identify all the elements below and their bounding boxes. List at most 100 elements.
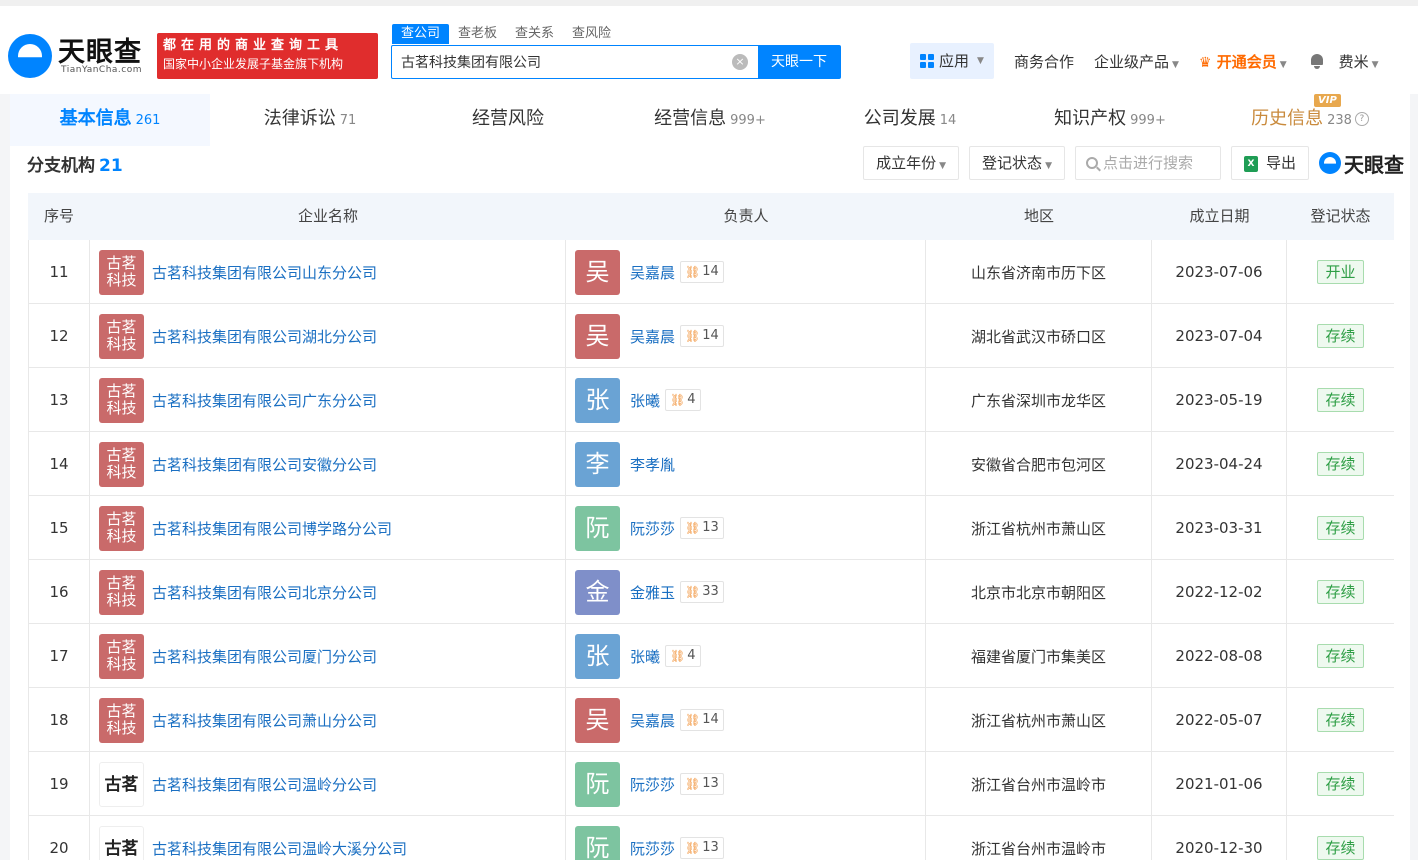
table-body: 11 古茗 科技 古茗科技集团有限公司山东分公司吴吴嘉晨 ⛓ 14 山东省济南市历下区 202… — [28, 240, 1394, 860]
relation-icon: ⛓ — [685, 329, 701, 343]
person-name-link[interactable]: 张曦 — [630, 390, 660, 411]
col-region: 地区 — [1023, 207, 1054, 225]
related-count-badge[interactable]: ⛓ 14 — [680, 325, 724, 347]
search-tab-company[interactable]: 查公司 — [392, 24, 450, 44]
company-name-link[interactable]: 古茗科技集团有限公司温岭大溪分公司 — [152, 838, 407, 859]
nav-enterprise-products[interactable]: 企业级产品 ▼ — [1094, 51, 1179, 72]
table-header: 序号 企业名称 负责人 地区 成立日期 登记状态 — [28, 193, 1394, 240]
company-name-link[interactable]: 古茗科技集团有限公司湖北分公司 — [152, 326, 377, 347]
filter-status-label: 登记状态 — [982, 154, 1043, 172]
tab-count: 261 — [135, 113, 161, 128]
info-tabs: 基本信息 261 法律诉讼 71 经营风险 经营信息 999+ 公司发展 14 知识产权… — [10, 94, 1410, 146]
status-badge: 存续 — [1317, 708, 1364, 732]
table-row: 19 古茗 古茗科技集团有限公司温岭分公司阮阮莎莎 ⛓ 13 浙江省台州市温岭市 2021-… — [28, 752, 1394, 816]
related-count: 13 — [702, 840, 719, 855]
nav-user[interactable]: 费米 ▼ — [1339, 51, 1379, 72]
company-cell: 古茗 科技 古茗科技集团有限公司山东分公司 — [90, 240, 566, 304]
nav-business[interactable]: 商务合作 — [1014, 51, 1074, 72]
related-count-badge[interactable]: ⛓ 13 — [680, 773, 724, 795]
col-no: 序号 — [43, 207, 74, 225]
related-count-badge[interactable]: ⛓ 14 — [680, 261, 724, 283]
site-logo[interactable]: 天眼查 TianYanCha.com — [8, 32, 150, 80]
status-badge: 存续 — [1317, 772, 1364, 796]
company-name-link[interactable]: 古茗科技集团有限公司广东分公司 — [152, 390, 377, 411]
row-number: 12 — [28, 304, 90, 368]
person-name-link[interactable]: 阮莎莎 — [630, 838, 675, 859]
status-cell: 存续 — [1287, 304, 1394, 368]
tab-ip[interactable]: 知识产权 999+ — [1010, 94, 1210, 146]
company-logo: 古茗 科技 — [99, 377, 144, 423]
date-cell: 2023-03-31 — [1152, 496, 1287, 560]
tab-count: 999+ — [1130, 113, 1166, 128]
section-search-input[interactable]: 点击进行搜索 — [1074, 146, 1221, 180]
date-cell: 2022-05-07 — [1152, 688, 1287, 752]
search-icon — [1085, 157, 1098, 169]
col-status: 登记状态 — [1310, 207, 1371, 225]
row-number: 14 — [28, 432, 90, 496]
related-count-badge[interactable]: ⛓ 13 — [680, 837, 724, 859]
person-name-link[interactable]: 阮莎莎 — [630, 774, 675, 795]
tab-risk[interactable]: 经营风险 — [410, 94, 610, 146]
related-count: 14 — [702, 328, 719, 343]
bell-icon[interactable] — [1309, 53, 1325, 69]
tab-legal[interactable]: 法律诉讼 71 — [210, 94, 410, 146]
related-count: 33 — [702, 584, 719, 599]
search-input[interactable] — [392, 46, 760, 78]
avatar: 吴 — [575, 697, 620, 743]
company-name-link[interactable]: 古茗科技集团有限公司北京分公司 — [152, 582, 377, 603]
related-count-badge[interactable]: ⛓ 14 — [680, 709, 724, 731]
table-row: 11 古茗 科技 古茗科技集团有限公司山东分公司吴吴嘉晨 ⛓ 14 山东省济南市历下区 202… — [28, 240, 1394, 304]
help-icon[interactable]: ? — [1354, 112, 1369, 126]
person-name-link[interactable]: 吴嘉晨 — [630, 710, 675, 731]
top-header: 天眼查 TianYanCha.com 都在用的商业查询工具 国家中小企业发展子基… — [0, 0, 1418, 94]
export-button[interactable]: X 导出 — [1230, 146, 1309, 180]
caret-down-icon: ▼ — [1045, 161, 1052, 171]
tab-history[interactable]: VIP 历史信息 238? — [1210, 94, 1410, 146]
person-name-link[interactable]: 吴嘉晨 — [630, 262, 675, 283]
app-menu-button[interactable]: 应用 ▼ — [910, 43, 994, 79]
related-count-badge[interactable]: ⛓ 4 — [665, 645, 701, 667]
tab-development[interactable]: 公司发展 14 — [810, 94, 1010, 146]
person-name-link[interactable]: 张曦 — [630, 646, 660, 667]
tab-basic-info[interactable]: 基本信息 261 — [10, 94, 210, 146]
branch-table: 序号 企业名称 负责人 地区 成立日期 登记状态 11 古茗 科技 古茗科技集团有限公… — [28, 193, 1394, 860]
search-button[interactable]: 天眼一下 — [758, 46, 840, 78]
logo-mark-icon — [1319, 152, 1341, 174]
company-name-link[interactable]: 古茗科技集团有限公司博学路分公司 — [152, 518, 392, 539]
related-count-badge[interactable]: ⛓ 13 — [680, 517, 724, 539]
nav-vip[interactable]: ♛ 开通会员 ▼ — [1199, 51, 1287, 72]
person-name-link[interactable]: 金雅玉 — [630, 582, 675, 603]
tab-count: 71 — [339, 113, 357, 128]
col-company: 企业名称 — [297, 207, 358, 225]
table-row: 14 古茗 科技 古茗科技集团有限公司安徽分公司李李孝胤 安徽省合肥市包河区 2023-0… — [28, 432, 1394, 496]
status-cell: 存续 — [1287, 688, 1394, 752]
avatar: 阮 — [575, 505, 620, 551]
person-name-link[interactable]: 李孝胤 — [630, 454, 675, 475]
status-cell: 存续 — [1287, 560, 1394, 624]
relation-icon: ⛓ — [685, 841, 701, 855]
table-row: 20 古茗 古茗科技集团有限公司温岭大溪分公司阮阮莎莎 ⛓ 13 浙江省台州市温岭市 202… — [28, 816, 1394, 860]
company-name-link[interactable]: 古茗科技集团有限公司萧山分公司 — [152, 710, 377, 731]
company-name-link[interactable]: 古茗科技集团有限公司温岭分公司 — [152, 774, 377, 795]
clear-search-icon[interactable]: × — [732, 54, 748, 70]
status-badge: 开业 — [1317, 260, 1364, 284]
row-number: 15 — [28, 496, 90, 560]
person-name-link[interactable]: 阮莎莎 — [630, 518, 675, 539]
search-tab-relation[interactable]: 查关系 — [506, 24, 563, 44]
filter-status-dropdown[interactable]: 登记状态 ▼ — [969, 146, 1065, 180]
company-name-link[interactable]: 古茗科技集团有限公司山东分公司 — [152, 262, 377, 283]
date-cell: 2023-07-06 — [1152, 240, 1287, 304]
company-cell: 古茗 科技 古茗科技集团有限公司厦门分公司 — [90, 624, 566, 688]
tab-operation[interactable]: 经营信息 999+ — [610, 94, 810, 146]
region-cell: 浙江省台州市温岭市 — [926, 752, 1152, 816]
filter-year-dropdown[interactable]: 成立年份 ▼ — [863, 146, 960, 180]
company-name-link[interactable]: 古茗科技集团有限公司安徽分公司 — [152, 454, 377, 475]
related-count-badge[interactable]: ⛓ 33 — [680, 581, 724, 603]
search-tab-risk[interactable]: 查风险 — [563, 24, 620, 44]
relation-icon: ⛓ — [685, 521, 701, 535]
search-tab-boss[interactable]: 查老板 — [449, 24, 506, 44]
person-name-link[interactable]: 吴嘉晨 — [630, 326, 675, 347]
related-count-badge[interactable]: ⛓ 4 — [665, 389, 701, 411]
status-badge: 存续 — [1317, 516, 1364, 540]
company-name-link[interactable]: 古茗科技集团有限公司厦门分公司 — [152, 646, 377, 667]
